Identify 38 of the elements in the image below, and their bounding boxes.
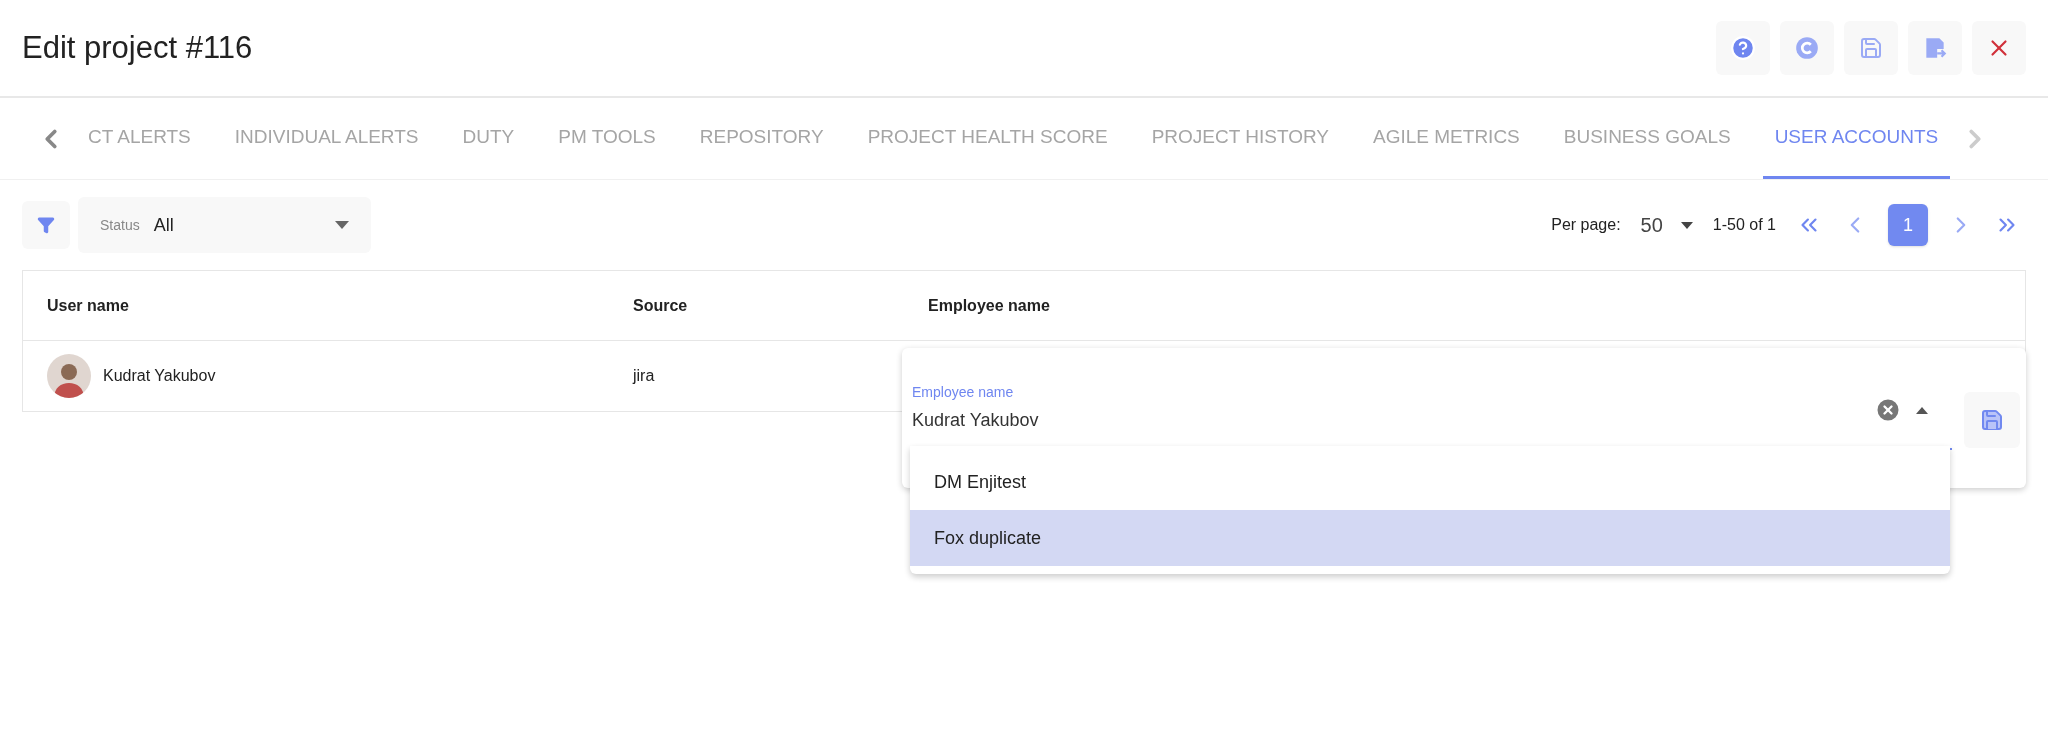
page-title: Edit project #116 — [22, 28, 253, 67]
column-header: Source — [633, 295, 689, 316]
filter-icon — [37, 216, 55, 234]
reset-button[interactable] — [1780, 21, 1834, 75]
caret-down-icon — [1680, 221, 1693, 229]
save-button[interactable] — [1964, 392, 2020, 448]
caret-up-icon[interactable] — [1916, 406, 1928, 414]
range-text: 1-50 of 1 — [1712, 215, 1776, 235]
tab[interactable]: CT ALERTS — [76, 98, 203, 179]
tab[interactable]: PM TOOLS — [546, 98, 668, 179]
help-button[interactable] — [1716, 21, 1770, 75]
filter-button[interactable] — [22, 201, 70, 249]
tab[interactable]: PROJECT HISTORY — [1139, 98, 1342, 179]
tab[interactable]: REPOSITORY — [687, 98, 836, 179]
tab[interactable]: DUTY — [450, 98, 527, 179]
save-icon — [1859, 36, 1883, 60]
source-cell-text: jira — [633, 366, 656, 386]
clear-icon[interactable] — [1874, 396, 1902, 424]
per-page-select[interactable]: 50 — [1640, 210, 1693, 240]
per-page-label: Per page: — [1551, 215, 1621, 235]
save-button[interactable] — [1844, 21, 1898, 75]
tab[interactable]: AGILE METRICS — [1361, 98, 1532, 179]
tab[interactable]: BUSINESS GOALS — [1551, 98, 1743, 179]
dropdown-option[interactable]: DM Enjitest — [910, 454, 1950, 510]
save-exit-button[interactable] — [1908, 21, 1962, 75]
user-name-cell-text: Kudrat Yakubov — [103, 366, 216, 386]
tab[interactable]: INDIVIDUAL ALERTS — [222, 98, 431, 179]
tab[interactable]: PROJECT HEALTH SCORE — [855, 98, 1120, 179]
column-header: Employee name — [928, 295, 1051, 316]
save-icon — [1980, 408, 2004, 432]
dropdown-option[interactable]: Fox duplicate — [910, 510, 1950, 566]
tab[interactable]: USER ACCOUNTS — [1762, 98, 1951, 179]
status-select[interactable]: Status All — [78, 197, 371, 253]
page-button[interactable]: 1 — [1888, 204, 1928, 246]
close-button[interactable] — [1972, 21, 2026, 75]
help-icon — [1730, 35, 1756, 61]
column-header: User name — [46, 295, 130, 316]
caret-down-icon — [335, 221, 349, 229]
